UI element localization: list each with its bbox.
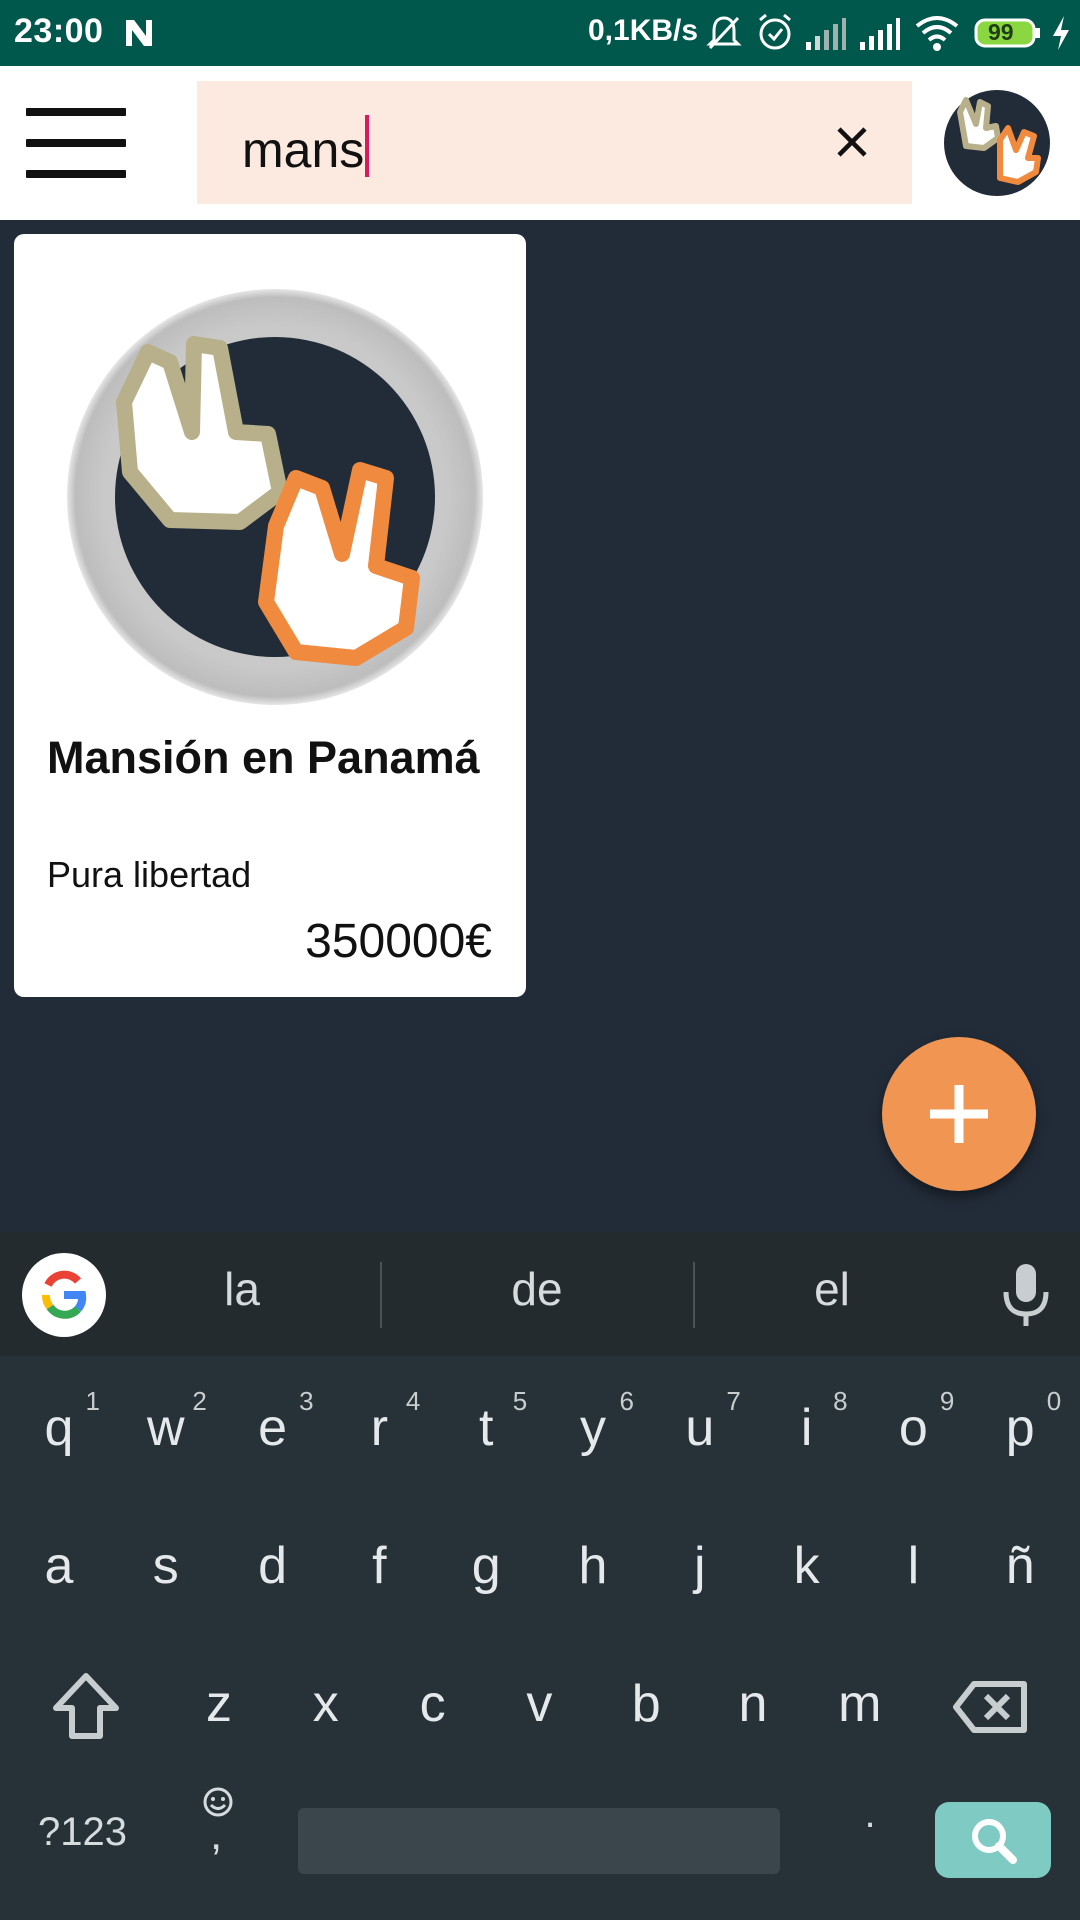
key-s[interactable]: s	[113, 1502, 219, 1622]
key-label: k	[793, 1537, 820, 1595]
key-b[interactable]: b	[593, 1640, 699, 1760]
network-speed: 0,1KB/s	[588, 14, 699, 47]
shift-key[interactable]	[44, 1662, 128, 1752]
key-c[interactable]: c	[380, 1640, 486, 1760]
key-number-hint: 7	[726, 1386, 741, 1416]
bell-off-icon	[706, 16, 742, 50]
key-r[interactable]: r4	[326, 1364, 432, 1484]
key-v[interactable]: v	[486, 1640, 592, 1760]
search-icon	[972, 1819, 1017, 1864]
key-a[interactable]: a	[6, 1502, 112, 1622]
key-number-hint: 2	[192, 1386, 207, 1416]
key-j[interactable]: j	[647, 1502, 753, 1622]
charging-bolt-icon	[1053, 16, 1069, 50]
key-f[interactable]: f	[326, 1502, 432, 1622]
key-t[interactable]: t5	[433, 1364, 539, 1484]
backspace-key[interactable]	[952, 1662, 1032, 1752]
key-label: ñ	[1005, 1537, 1035, 1595]
key-p[interactable]: p0	[967, 1364, 1073, 1484]
keyboard-suggestion-bar: la de el	[0, 1232, 1080, 1356]
search-input[interactable]: mans	[197, 81, 912, 204]
key-d[interactable]: d	[220, 1502, 326, 1622]
key-w[interactable]: w2	[113, 1364, 219, 1484]
keyboard: q1w2e3r4t5y6u7i8o9p0 asdfghjklñ zxcvbnm …	[0, 1356, 1080, 1920]
key-h[interactable]: h	[540, 1502, 646, 1622]
key-n[interactable]: n	[700, 1640, 806, 1760]
key-u[interactable]: u7	[647, 1364, 753, 1484]
close-icon[interactable]	[821, 111, 883, 173]
key-label: n	[738, 1675, 768, 1733]
key-label: b	[631, 1675, 661, 1733]
key-number-hint: 3	[299, 1386, 314, 1416]
key-ñ[interactable]: ñ	[967, 1502, 1073, 1622]
key-label: j	[694, 1537, 706, 1595]
microphone-icon[interactable]	[996, 1260, 1056, 1330]
key-q[interactable]: q1	[6, 1364, 112, 1484]
key-label: a	[44, 1537, 74, 1595]
key-label: x	[312, 1675, 339, 1733]
battery-level: 99	[988, 19, 1014, 45]
suggestion-divider	[380, 1262, 382, 1328]
alarm-icon	[759, 13, 791, 50]
status-time: 23:00	[14, 12, 104, 50]
key-k[interactable]: k	[754, 1502, 860, 1622]
card-subtitle: Pura libertad	[47, 854, 252, 895]
key-number-hint: 0	[1046, 1386, 1062, 1416]
search-input-value: mans	[242, 115, 370, 179]
suggestion-3[interactable]: el	[732, 1262, 932, 1316]
key-label: f	[372, 1537, 387, 1595]
avatar[interactable]	[942, 88, 1052, 198]
key-label: l	[907, 1537, 920, 1595]
key-z[interactable]: z	[166, 1640, 272, 1760]
key-e[interactable]: e3	[220, 1364, 326, 1484]
period-key[interactable]: .	[850, 1792, 890, 1862]
battery-icon: 99	[974, 18, 1040, 48]
key-label: d	[258, 1537, 288, 1595]
emoji-comma-key[interactable]: ,	[196, 1784, 244, 1864]
comma-label: ,	[210, 1810, 223, 1859]
key-number-hint: 6	[619, 1386, 634, 1416]
key-label: m	[838, 1675, 882, 1733]
wifi-icon	[915, 16, 959, 51]
text-cursor	[365, 115, 370, 177]
key-o[interactable]: o9	[860, 1364, 966, 1484]
card-price: 350000€	[305, 915, 492, 968]
hands-peace-logo	[67, 289, 483, 705]
key-label: g	[471, 1537, 501, 1595]
space-key[interactable]	[298, 1808, 780, 1874]
key-number-hint: 5	[512, 1386, 528, 1416]
suggestion-2[interactable]: de	[437, 1262, 637, 1316]
hamburger-menu-icon[interactable]	[26, 108, 126, 178]
key-number-hint: 1	[85, 1386, 100, 1416]
symbols-key[interactable]: ?123	[38, 1786, 138, 1890]
key-y[interactable]: y6	[540, 1364, 646, 1484]
suggestion-divider	[693, 1262, 695, 1328]
n-notification-icon	[126, 20, 152, 46]
search-input-text: mans	[242, 122, 365, 178]
key-g[interactable]: g	[433, 1502, 539, 1622]
search-key[interactable]	[935, 1802, 1051, 1878]
google-icon[interactable]	[22, 1253, 106, 1337]
key-label: c	[419, 1675, 446, 1733]
result-card[interactable]: Mansión en Panamá Pura libertad 350000€	[14, 234, 526, 997]
key-l[interactable]: l	[860, 1502, 966, 1622]
plus-icon	[930, 1085, 988, 1143]
key-label: v	[526, 1675, 553, 1733]
signal-icon	[860, 18, 900, 50]
status-bar: 23:00 0,1KB/s 99	[0, 0, 1080, 66]
suggestion-1[interactable]: la	[142, 1262, 342, 1316]
key-i[interactable]: i8	[754, 1364, 860, 1484]
key-label: z	[206, 1675, 232, 1733]
add-button[interactable]	[882, 1037, 1036, 1191]
signal-icon	[806, 18, 846, 50]
card-title: Mansión en Panamá	[47, 732, 480, 783]
key-number-hint: 9	[939, 1386, 955, 1416]
key-label: s	[152, 1537, 179, 1595]
key-x[interactable]: x	[273, 1640, 379, 1760]
key-m[interactable]: m	[807, 1640, 913, 1760]
key-label: h	[578, 1537, 608, 1595]
key-number-hint: 8	[833, 1386, 848, 1416]
key-number-hint: 4	[405, 1386, 421, 1416]
